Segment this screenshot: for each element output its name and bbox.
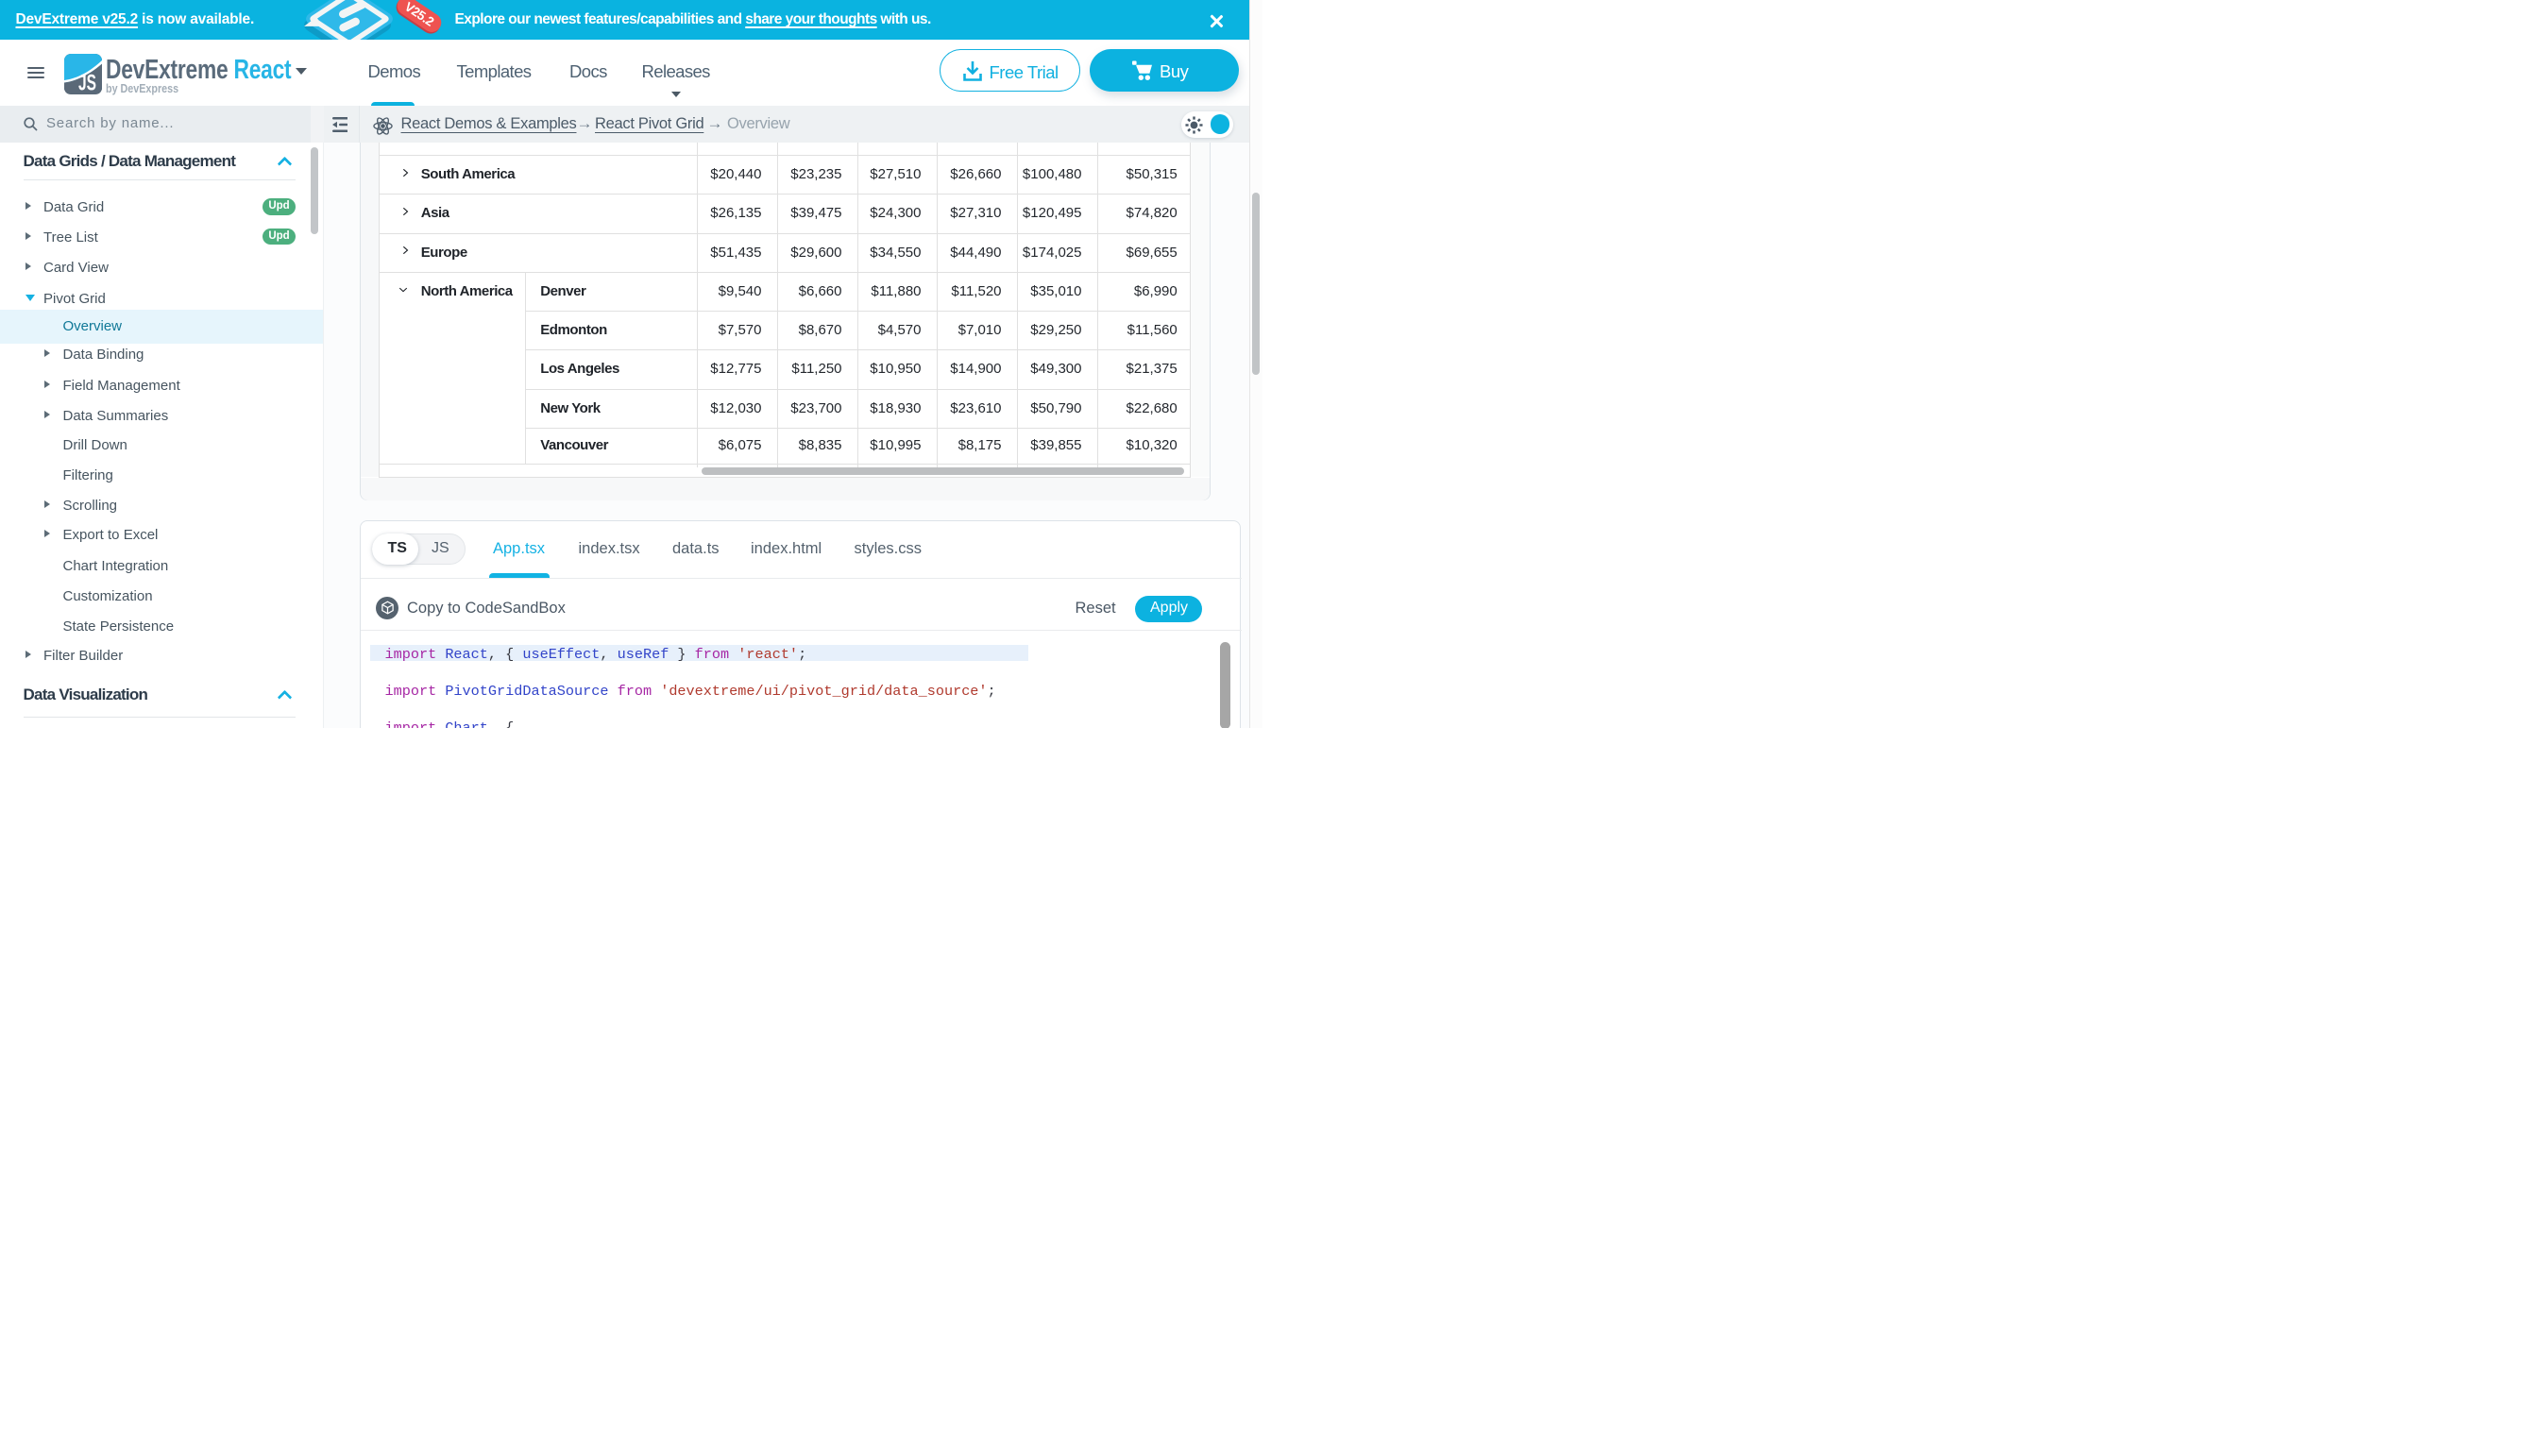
svg-text:JS: JS	[78, 71, 96, 94]
